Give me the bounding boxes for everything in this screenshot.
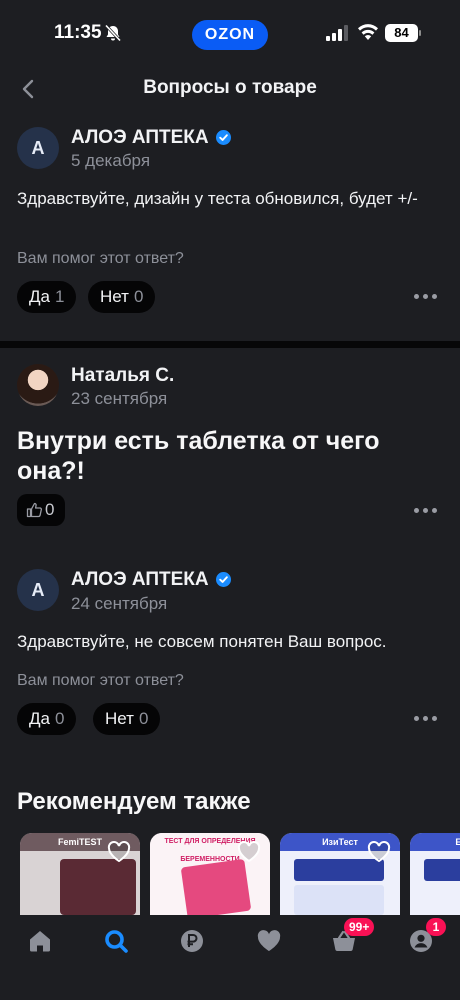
page-title: Вопросы о товаре xyxy=(143,77,317,98)
recommendations-title: Рекомендуем также xyxy=(17,788,251,815)
ruble-icon[interactable] xyxy=(178,927,206,955)
cart-badge: 99+ xyxy=(344,918,375,936)
like-count: 0 xyxy=(45,500,55,519)
more-options-icon[interactable] xyxy=(414,294,438,300)
yes-count: 1 xyxy=(54,287,65,306)
bell-muted-icon xyxy=(104,24,122,42)
product-image xyxy=(60,859,136,915)
helpful-no-button[interactable]: Нет 0 xyxy=(88,281,156,313)
helped-prompt: Вам помог этот ответ? xyxy=(17,672,184,689)
recommendations-carousel[interactable]: FemiTEST ТЕСТ ДЛЯ ОПРЕДЕЛЕНИЯ БЕРЕМЕННОС… xyxy=(0,833,460,915)
like-button[interactable]: 0 xyxy=(17,494,65,526)
answer-card: А АЛОЭ АПТЕКА 24 сентября Здравствуйте, … xyxy=(0,562,460,742)
question-text: Внутри есть таблетка от чего она?! xyxy=(17,427,380,485)
battery-indicator: 84 xyxy=(385,24,418,42)
product-label: EZTest xyxy=(410,833,460,851)
author-label[interactable]: АЛОЭ АПТЕКА xyxy=(71,127,209,148)
profile-badge: 1 xyxy=(426,918,446,936)
product-card[interactable]: ТЕСТ ДЛЯ ОПРЕДЕЛЕНИЯ БЕРЕМЕННОСТИ xyxy=(150,833,270,915)
helpful-no-button[interactable]: Нет 0 xyxy=(93,703,161,735)
search-icon[interactable] xyxy=(102,927,130,955)
post-date: 5 декабря xyxy=(71,151,151,170)
verified-badge-icon xyxy=(215,572,231,588)
cellular-signal-icon xyxy=(326,25,348,41)
home-icon[interactable] xyxy=(26,927,54,955)
post-date: 24 сентября xyxy=(71,594,168,613)
product-card[interactable]: FemiTEST xyxy=(20,833,140,915)
wifi-icon xyxy=(358,24,378,40)
avatar[interactable]: А xyxy=(17,569,59,611)
more-options-icon[interactable] xyxy=(414,508,438,514)
favorite-heart-icon[interactable] xyxy=(107,841,131,863)
no-count: 0 xyxy=(138,709,149,728)
page-header: Вопросы о товаре xyxy=(0,66,460,112)
author-name[interactable]: Наталья С. xyxy=(71,365,174,387)
yes-label: Да xyxy=(29,709,50,728)
more-options-icon[interactable] xyxy=(414,716,438,722)
favorite-heart-icon[interactable] xyxy=(237,841,261,863)
thumbs-up-icon xyxy=(26,502,42,518)
battery-tip xyxy=(419,30,421,36)
avatar[interactable] xyxy=(17,364,59,406)
post-date: 23 сентября xyxy=(71,389,168,408)
author-name[interactable]: АЛОЭ АПТЕКА xyxy=(71,569,231,591)
avatar[interactable]: А xyxy=(17,127,59,169)
ozon-logo[interactable]: OZON xyxy=(192,20,268,50)
verified-badge-icon xyxy=(215,130,231,146)
bottom-navigation: 99+ 1 xyxy=(0,915,460,1000)
product-image xyxy=(424,859,460,881)
helpful-yes-button[interactable]: Да 1 xyxy=(17,281,77,313)
question-card: Наталья С. 23 сентября Внутри есть табле… xyxy=(0,360,460,540)
answer-text: Здравствуйте, не совсем понятен Ваш вопр… xyxy=(17,632,387,651)
author-label[interactable]: АЛОЭ АПТЕКА xyxy=(71,569,209,590)
section-divider xyxy=(0,341,460,348)
author-name[interactable]: АЛОЭ АПТЕКА xyxy=(71,127,231,149)
product-image xyxy=(180,858,252,915)
status-time: 11:35 xyxy=(54,22,102,43)
no-label: Нет xyxy=(105,709,134,728)
helped-prompt: Вам помог этот ответ? xyxy=(17,250,184,267)
answer-card: А АЛОЭ АПТЕКА 5 декабря Здравствуйте, ди… xyxy=(0,120,460,320)
product-image xyxy=(294,885,384,915)
product-card[interactable]: ИзиТест xyxy=(280,833,400,915)
product-card[interactable]: EZTest xyxy=(410,833,460,915)
helpful-yes-button[interactable]: Да 0 xyxy=(17,703,77,735)
favorite-heart-icon[interactable] xyxy=(367,841,391,863)
heart-icon[interactable] xyxy=(255,927,283,955)
no-count: 0 xyxy=(133,287,144,306)
status-bar: 11:35 OZON 84 xyxy=(0,0,460,66)
no-label: Нет xyxy=(100,287,129,306)
answer-text: Здравствуйте, дизайн у теста обновился, … xyxy=(17,189,418,208)
yes-count: 0 xyxy=(54,709,65,728)
yes-label: Да xyxy=(29,287,50,306)
